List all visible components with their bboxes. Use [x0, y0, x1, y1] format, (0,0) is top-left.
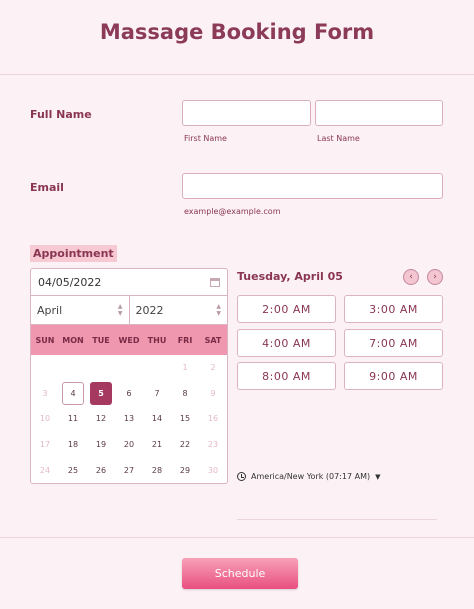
calendar-empty-cell [115, 355, 143, 381]
appointment-label: Appointment [30, 245, 117, 262]
time-slot-button[interactable]: 3:00 AM [344, 295, 443, 323]
calendar-empty-cell [143, 355, 171, 381]
last-name-input[interactable] [315, 100, 443, 126]
year-value: 2022 [135, 303, 164, 317]
calendar-icon[interactable] [210, 277, 220, 287]
chevron-left-icon[interactable]: ‹ [403, 269, 419, 285]
calendar-day[interactable]: 4 [62, 381, 84, 406]
calendar-day[interactable]: 22 [171, 432, 199, 458]
calendar-day[interactable]: 11 [59, 406, 87, 432]
clock-icon [237, 472, 246, 481]
month-select[interactable]: April ▲ ▼ [31, 296, 129, 324]
time-slot-button[interactable]: 9:00 AM [344, 362, 443, 390]
calendar-day[interactable]: 27 [115, 457, 143, 483]
weekday-header: SUN MON TUE WED THU FRI SAT [31, 325, 227, 355]
divider [237, 519, 437, 520]
time-slot-button[interactable]: 8:00 AM [237, 362, 336, 390]
calendar-day: 24 [39, 465, 51, 475]
calendar-day[interactable]: 28 [143, 457, 171, 483]
weekday-label: THU [147, 335, 167, 345]
time-slot-button[interactable]: 4:00 AM [237, 329, 336, 357]
timezone-select[interactable]: America/New York (07:17 AM) ▼ [237, 472, 380, 481]
calendar-day[interactable]: 5 [90, 381, 112, 406]
calendar-day[interactable]: 7 [143, 381, 171, 407]
calendar-day: 2 [210, 363, 216, 373]
schedule-button[interactable]: Schedule [182, 558, 298, 589]
calendar-day: 16 [207, 414, 219, 424]
calendar-day[interactable]: 19 [87, 432, 115, 458]
calendar-day[interactable]: 25 [59, 457, 87, 483]
calendar-day[interactable]: 18 [59, 432, 87, 458]
form-title: Massage Booking Form [99, 20, 375, 44]
date-value: 04/05/2022 [38, 275, 102, 289]
date-input[interactable]: 04/05/2022 [31, 269, 227, 296]
calendar-days-grid: 1 2 3 4 5 6 7 8 9 10 11 12 13 14 15 16 17 18 19 20 21 22 23 24 2… [31, 355, 227, 483]
calendar-day: 30 [207, 465, 219, 475]
month-spinner-icon[interactable]: ▲ ▼ [118, 303, 123, 317]
month-value: April [37, 303, 63, 317]
calendar: 04/05/2022 April ▲ ▼ 2022 ▲ ▼ SUN MON TUE … [30, 268, 228, 484]
caret-down-icon: ▼ [375, 472, 381, 481]
first-name-input[interactable] [182, 100, 311, 126]
calendar-day: 3 [42, 388, 48, 398]
weekday-label: FRI [177, 335, 193, 345]
calendar-empty-cell [59, 355, 87, 381]
weekday-label: WED [118, 335, 140, 345]
last-name-sublabel: Last Name [317, 134, 360, 143]
weekday-label: SUN [35, 335, 55, 345]
calendar-day: 10 [39, 414, 51, 424]
calendar-day[interactable]: 29 [171, 457, 199, 483]
divider [0, 74, 474, 75]
calendar-day[interactable]: 21 [143, 432, 171, 458]
selected-date-heading: Tuesday, April 05 [237, 270, 343, 283]
chevron-right-icon[interactable]: › [427, 269, 443, 285]
weekday-label: SAT [204, 335, 222, 345]
time-slot-button[interactable]: 2:00 AM [237, 295, 336, 323]
calendar-day[interactable]: 8 [171, 381, 199, 407]
email-sublabel: example@example.com [184, 207, 281, 216]
calendar-day: 1 [182, 363, 188, 373]
calendar-empty-cell [87, 355, 115, 381]
calendar-day[interactable]: 20 [115, 432, 143, 458]
time-slot-button[interactable]: 7:00 AM [344, 329, 443, 357]
weekday-label: MON [62, 335, 84, 345]
calendar-day: 9 [210, 388, 216, 398]
calendar-day[interactable]: 15 [171, 406, 199, 432]
email-label: Email [30, 181, 64, 194]
calendar-day[interactable]: 26 [87, 457, 115, 483]
divider [0, 537, 474, 538]
full-name-label: Full Name [30, 108, 92, 121]
timezone-value: America/New York (07:17 AM) [251, 472, 371, 481]
first-name-sublabel: First Name [184, 134, 227, 143]
year-select[interactable]: 2022 ▲ ▼ [128, 296, 228, 324]
calendar-day[interactable]: 13 [115, 406, 143, 432]
year-spinner-icon[interactable]: ▲ ▼ [216, 303, 221, 317]
calendar-day: 17 [39, 440, 51, 450]
calendar-empty-cell [31, 355, 59, 381]
calendar-day[interactable]: 12 [87, 406, 115, 432]
email-input[interactable] [182, 173, 443, 199]
calendar-day[interactable]: 6 [115, 381, 143, 407]
weekday-label: TUE [92, 335, 110, 345]
calendar-day[interactable]: 14 [143, 406, 171, 432]
calendar-day: 23 [207, 440, 219, 450]
